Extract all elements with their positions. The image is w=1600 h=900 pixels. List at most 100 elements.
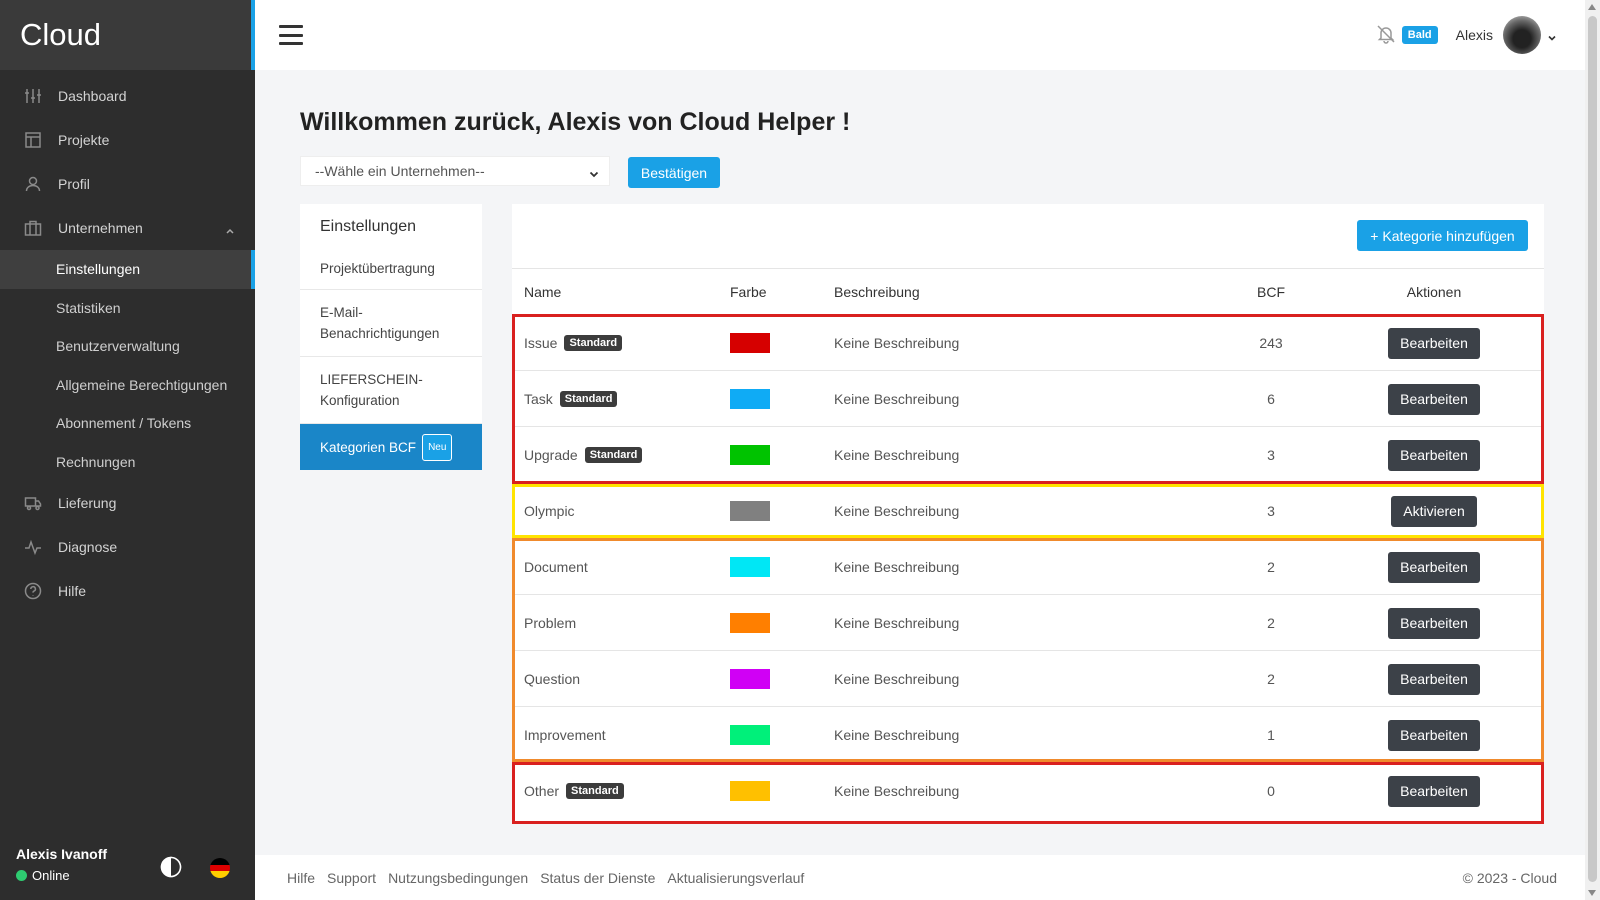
brand-logo[interactable]: Cloud — [0, 0, 255, 70]
row-action-cell: Bearbeiten — [1374, 595, 1494, 651]
settings-item-projektuebertragung[interactable]: Projektübertragung — [300, 248, 482, 290]
footer: Hilfe Support Nutzungsbedingungen Status… — [255, 855, 1585, 900]
row-name: Question — [524, 671, 581, 687]
settings-item-lieferschein[interactable]: LIEFERSCHEIN-Konfiguration — [300, 357, 482, 424]
confirm-button[interactable]: Bestätigen — [628, 157, 720, 188]
edit-button[interactable]: Bearbeiten — [1388, 663, 1480, 695]
sidebar-item-projekte[interactable]: Projekte — [0, 118, 255, 162]
row-name-cell: Document — [524, 539, 588, 595]
footer-link-support[interactable]: Support — [327, 870, 376, 886]
row-color-cell — [730, 707, 770, 763]
row-bcf-count: 243 — [1259, 335, 1283, 351]
sidebar-user: Alexis Ivanoff Online — [0, 834, 255, 900]
row-name-cell: Task Standard — [524, 371, 618, 427]
settings-item-label: Projektübertragung — [320, 261, 435, 276]
sidebar-item-hilfe[interactable]: Hilfe — [0, 569, 255, 613]
activity-icon — [24, 538, 42, 556]
settings-menu: Einstellungen Projektübertragung E-Mail-… — [300, 204, 482, 470]
row-description: Keine Beschreibung — [834, 503, 960, 519]
row-description: Keine Beschreibung — [834, 447, 960, 463]
row-description: Keine Beschreibung — [834, 615, 960, 631]
activate-button[interactable]: Aktivieren — [1391, 495, 1477, 527]
row-bcf-count: 3 — [1267, 447, 1275, 463]
settings-item-email[interactable]: E-Mail-Benachrichtigungen — [300, 290, 482, 357]
sidebar-item-diagnose[interactable]: Diagnose — [0, 525, 255, 569]
table-row: Question Keine Beschreibung 2 Bearbeiten — [512, 650, 1544, 706]
sidebar-sub-benutzerverwaltung[interactable]: Benutzerverwaltung — [0, 327, 255, 366]
sidebar-sub-rechnungen[interactable]: Rechnungen — [0, 443, 255, 482]
new-badge: Neu — [422, 433, 453, 461]
row-name-cell: Upgrade Standard — [524, 427, 643, 483]
scroll-up-icon[interactable] — [1588, 4, 1596, 10]
topbar-right: Bald Alexis — [1376, 16, 1557, 54]
row-bcf-count: 3 — [1267, 503, 1275, 519]
sidebar-sub-berechtigungen[interactable]: Allgemeine Berechtigungen — [0, 366, 255, 405]
edit-button[interactable]: Bearbeiten — [1388, 775, 1480, 807]
table-header: Name Farbe Beschreibung BCF Aktionen — [512, 268, 1544, 314]
edit-button[interactable]: Bearbeiten — [1388, 439, 1480, 471]
sidebar-sub-abonnement[interactable]: Abonnement / Tokens — [0, 404, 255, 443]
column-header-aktionen: Aktionen — [1406, 283, 1462, 300]
row-name-cell: Other Standard — [524, 763, 624, 819]
german-flag-icon[interactable] — [210, 858, 230, 878]
briefcase-icon — [24, 219, 42, 237]
sidebar-sub-statistiken[interactable]: Statistiken — [0, 289, 255, 328]
sidebar-item-label: Hilfe — [58, 583, 87, 599]
row-action-cell: Bearbeiten — [1374, 427, 1494, 483]
company-select[interactable]: --Wähle ein Unternehmen-- — [300, 156, 610, 186]
row-action-cell: Aktivieren — [1374, 483, 1494, 539]
topbar: Bald Alexis — [255, 0, 1585, 70]
edit-button[interactable]: Bearbeiten — [1388, 327, 1480, 359]
settings-menu-heading: Einstellungen — [320, 218, 417, 235]
footer-link-nutzungsbedingungen[interactable]: Nutzungsbedingungen — [388, 870, 528, 886]
row-bcf-count: 2 — [1267, 671, 1275, 687]
sidebar-item-label: Unternehmen — [58, 220, 143, 236]
row-description: Keine Beschreibung — [834, 559, 960, 575]
sidebar-item-unternehmen[interactable]: Unternehmen — [0, 206, 255, 250]
row-name-cell: Question — [524, 651, 580, 707]
footer-link-status[interactable]: Status der Dienste — [540, 870, 655, 886]
row-action-cell: Bearbeiten — [1374, 707, 1494, 763]
footer-link-aktualisierungsverlauf[interactable]: Aktualisierungsverlauf — [667, 870, 804, 886]
sidebar-item-dashboard[interactable]: Dashboard — [0, 74, 255, 118]
sidebar-item-label: Diagnose — [58, 539, 118, 555]
sliders-icon — [24, 87, 42, 105]
table-row: Document Keine Beschreibung 2 Bearbeiten — [512, 538, 1544, 594]
edit-button[interactable]: Bearbeiten — [1388, 607, 1480, 639]
row-action-cell: Bearbeiten — [1374, 371, 1494, 427]
sidebar: Cloud Dashboard Projekte Profil Unterneh… — [0, 0, 255, 900]
color-swatch — [730, 669, 770, 689]
company-select-value: --Wähle ein Unternehmen-- — [315, 163, 485, 179]
topbar-user-name[interactable]: Alexis — [1456, 27, 1493, 43]
row-description: Keine Beschreibung — [834, 727, 960, 743]
chevron-down-icon[interactable] — [1547, 30, 1557, 41]
menu-toggle-icon[interactable] — [279, 25, 303, 45]
user-status: Online — [16, 868, 239, 883]
sidebar-item-lieferung[interactable]: Lieferung — [0, 481, 255, 525]
settings-item-label: Kategorien BCF — [320, 439, 417, 455]
row-action-cell: Bearbeiten — [1374, 763, 1494, 819]
row-name-cell: Problem — [524, 595, 576, 651]
settings-item-label: E-Mail-Benachrichtigungen — [320, 305, 440, 341]
add-category-button[interactable]: + Kategorie hinzufügen — [1357, 220, 1528, 251]
edit-button[interactable]: Bearbeiten — [1388, 719, 1480, 751]
settings-item-kategorien-bcf[interactable]: Kategorien BCF Neu — [300, 424, 482, 470]
row-action-cell: Bearbeiten — [1374, 315, 1494, 371]
edit-button[interactable]: Bearbeiten — [1388, 383, 1480, 415]
bell-off-icon[interactable] — [1376, 24, 1396, 47]
sidebar-item-label: Lieferung — [58, 495, 117, 511]
scroll-down-icon[interactable] — [1588, 890, 1596, 896]
scrollbar-thumb[interactable] — [1588, 16, 1597, 882]
footer-link-hilfe[interactable]: Hilfe — [287, 870, 315, 886]
sidebar-sub-einstellungen[interactable]: Einstellungen — [0, 250, 255, 289]
row-name-cell: Improvement — [524, 707, 606, 763]
row-name: Document — [524, 559, 588, 575]
edit-button[interactable]: Bearbeiten — [1388, 551, 1480, 583]
table-row: Olympic Keine Beschreibung 3 Aktivieren — [512, 482, 1544, 538]
sidebar-item-profil[interactable]: Profil — [0, 162, 255, 206]
sidebar-item-label: Projekte — [58, 132, 110, 148]
scrollbar[interactable] — [1585, 0, 1600, 900]
avatar[interactable] — [1503, 16, 1541, 54]
color-swatch — [730, 445, 770, 465]
contrast-toggle-icon[interactable] — [160, 856, 182, 878]
